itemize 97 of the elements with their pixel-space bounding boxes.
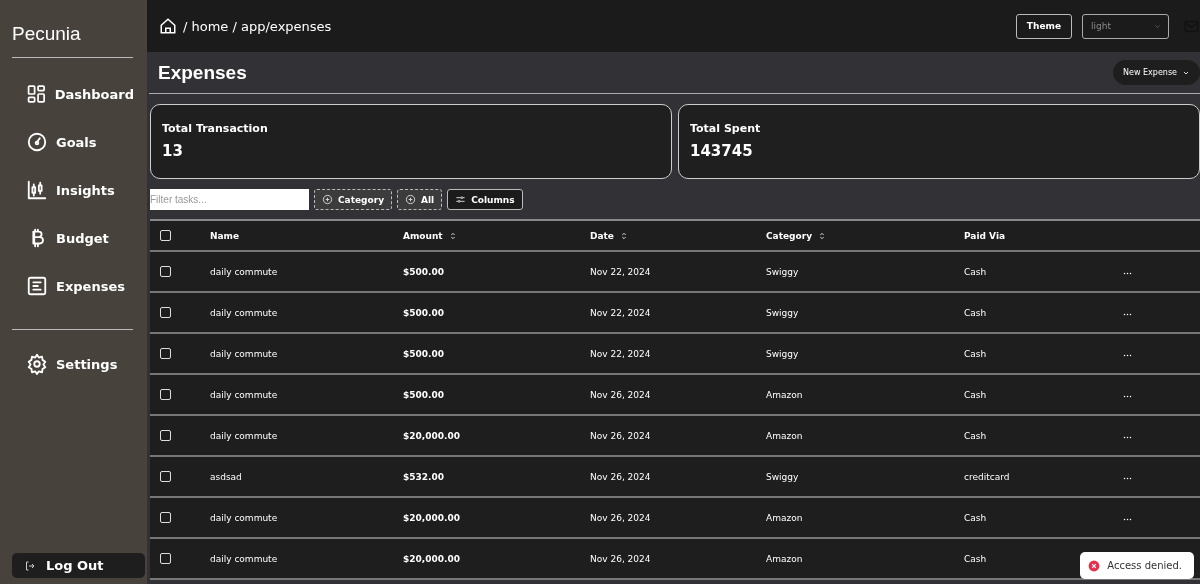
column-header[interactable]: Category [766,230,812,241]
table-cell: Cash [964,430,987,441]
table-cell: $532.00 [403,471,444,482]
more-icon[interactable] [1123,271,1132,275]
table-cell: daily commute [210,553,278,564]
checkbox[interactable] [160,389,171,400]
theme-select[interactable]: light [1082,13,1169,39]
table-cell: daily commute [210,389,278,400]
table-cell: daily commute [210,307,278,318]
table-cell: daily commute [210,512,278,523]
stat-value: 13 [162,142,184,160]
table-cell: Cash [964,512,987,523]
table-cell: Cash [964,307,987,318]
stat-value: 143745 [690,142,754,160]
table-cell: Swiggy [766,471,799,482]
table-cell: Cash [964,348,987,359]
home-icon[interactable] [159,17,177,35]
table-cell: daily commute [210,430,278,441]
table-cell: Nov 22, 2024 [590,348,651,359]
checkbox[interactable] [160,266,171,277]
table-cell: Nov 26, 2024 [590,430,651,441]
checkbox[interactable] [160,553,171,564]
plus-circle-icon [322,194,333,205]
more-icon[interactable] [1123,394,1132,398]
table-cell: Amazon [766,430,803,441]
table-cell: Swiggy [766,266,799,277]
table-cell: $20,000.00 [403,512,460,523]
table-cell: creditcard [964,471,1010,482]
document-icon [26,275,48,297]
table-cell: Nov 26, 2024 [590,471,651,482]
table-cell: $500.00 [403,307,444,318]
more-icon[interactable] [1123,476,1132,480]
checkbox[interactable] [160,348,171,359]
gauge-icon [26,131,48,153]
table-cell: Cash [964,389,987,400]
table-cell: Cash [964,553,987,564]
table-cell: Nov 22, 2024 [590,266,651,277]
table-cell: Nov 26, 2024 [590,389,651,400]
settings-icon [26,353,48,375]
table-cell: $500.00 [403,348,444,359]
columns-button[interactable]: Columns [447,189,523,210]
grid-icon [26,83,47,105]
page-title: Expenses [158,61,247,84]
checkbox[interactable] [160,230,171,241]
filter-field[interactable]: Filter tasks... [150,189,309,210]
table-cell: Amazon [766,553,803,564]
sort-icon[interactable] [619,231,628,240]
table-cell: daily commute [210,266,278,277]
sidebar-item[interactable]: Budget [26,224,134,252]
more-icon[interactable] [1123,353,1132,357]
table-cell: $500.00 [403,389,444,400]
column-header[interactable]: Date [590,230,614,241]
breadcrumb: / home / app/expenses [183,18,332,34]
sort-icon[interactable] [448,231,457,240]
checkbox[interactable] [160,307,171,318]
table-cell: daily commute [210,348,278,359]
more-icon[interactable] [1123,312,1132,316]
filter-button[interactable]: All [397,189,443,210]
logout-button[interactable]: Log Out [12,553,145,578]
sidebar-item[interactable]: Goals [26,128,134,156]
table-cell: Amazon [766,389,803,400]
filter-button[interactable]: Category [314,189,392,210]
table-cell: Nov 26, 2024 [590,512,651,523]
checkbox[interactable] [160,471,171,482]
sidebar-item[interactable]: Settings [26,350,134,378]
table-cell: $20,000.00 [403,430,460,441]
theme-button[interactable]: Theme [1015,13,1072,39]
plus-circle-icon [405,194,416,205]
sidebar-item[interactable]: Dashboard [26,80,134,108]
toast-message: Access denied. [1107,560,1182,571]
table-cell: Nov 26, 2024 [590,553,651,564]
table-cell: $500.00 [403,266,444,277]
chart-icon [26,179,48,201]
sidebar-item[interactable]: Insights [26,176,134,204]
column-header[interactable]: Name [210,230,240,241]
table-cell: Nov 22, 2024 [590,307,651,318]
checkbox[interactable] [160,430,171,441]
table-cell: asdsad [210,471,242,482]
stat-label: Total Spent [690,122,762,135]
more-icon[interactable] [1123,435,1132,439]
sort-icon[interactable] [818,231,826,240]
new-expense-button[interactable]: New Expense [1113,60,1200,85]
logout-icon [24,559,36,572]
table-cell: Cash [964,266,987,277]
table-cell: Swiggy [766,348,799,359]
more-icon[interactable] [1123,517,1132,521]
brand-name: Pecunia [12,23,82,46]
sliders-icon [455,194,467,205]
error-icon [1088,559,1101,572]
table-cell: Amazon [766,512,803,523]
sidebar-item[interactable]: Expenses [26,272,134,300]
checkbox[interactable] [160,512,171,523]
column-header[interactable]: Paid Via [964,230,1006,241]
table-cell: Swiggy [766,307,799,318]
stat-label: Total Transaction [162,122,269,135]
table-cell: $20,000.00 [403,553,460,564]
column-header[interactable]: Amount [403,230,443,241]
